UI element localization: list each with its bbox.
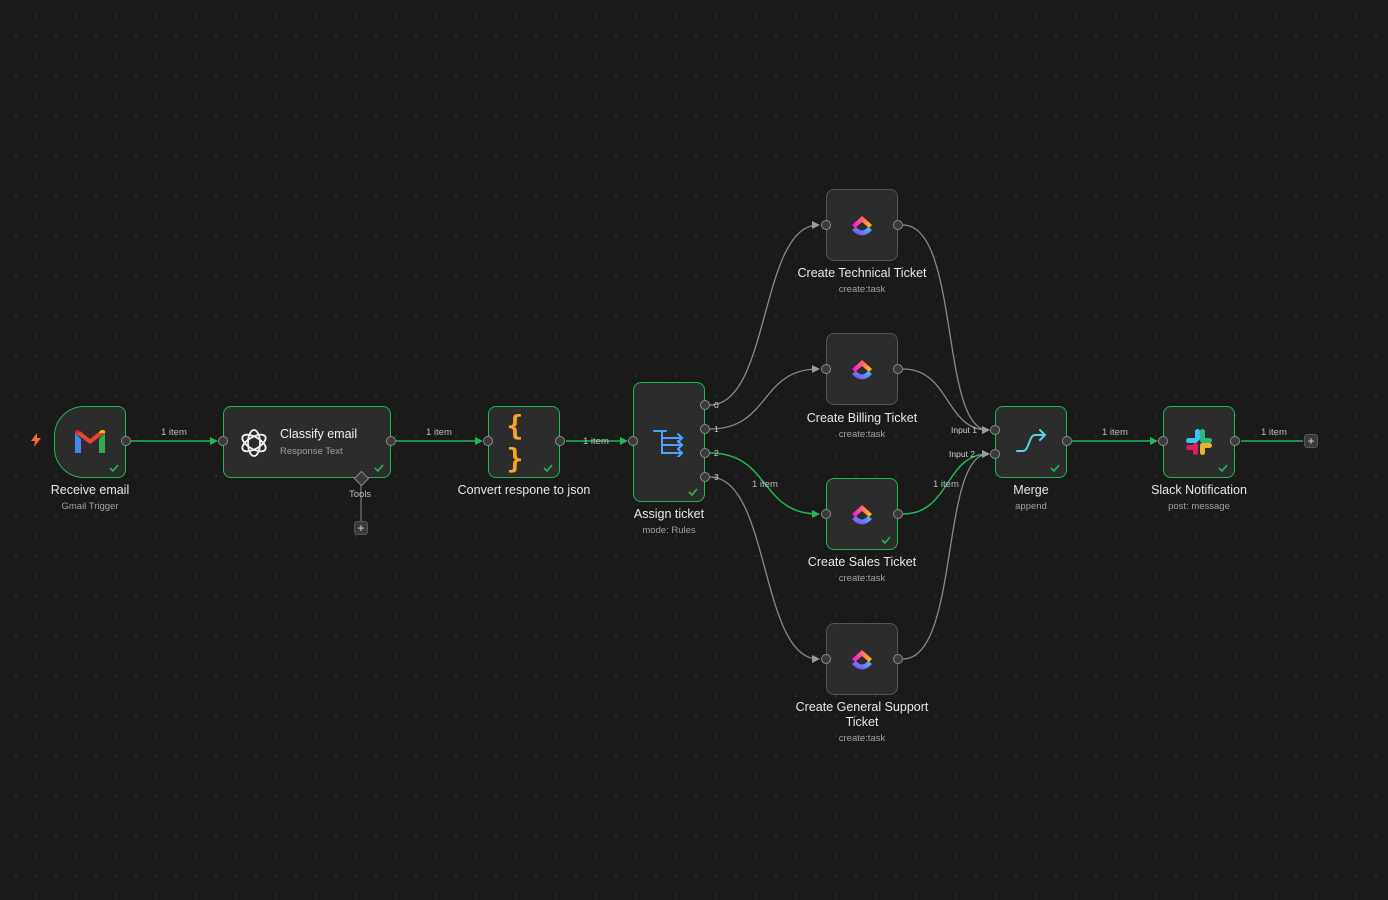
slack-icon — [1186, 429, 1212, 455]
input-1-label: Input 1 — [951, 425, 977, 435]
success-check-icon — [374, 464, 384, 473]
tools-label: Tools — [349, 489, 372, 500]
node-receive-email-sub: Gmail Trigger — [61, 501, 119, 512]
node-classify-email-label: Classify email — [280, 427, 358, 441]
switch-router-icon — [653, 430, 684, 457]
node-create-sales-ticket-sub: create:task — [838, 573, 886, 584]
input-port[interactable] — [1158, 436, 1168, 446]
success-check-icon — [543, 464, 553, 473]
output-port-2[interactable] — [700, 448, 710, 458]
node-receive-email-label: Receive email — [50, 483, 130, 497]
output-port[interactable] — [1062, 436, 1072, 446]
clickup-icon — [852, 505, 872, 525]
input-port[interactable] — [628, 436, 638, 446]
node-slack-notification-sub: post: message — [1168, 501, 1230, 512]
clickup-icon — [852, 216, 872, 236]
node-create-sales-ticket-label: Create Sales Ticket — [807, 555, 917, 569]
node-create-billing-ticket[interactable] — [826, 333, 898, 405]
output-number: 1 — [714, 424, 719, 434]
node-create-general-support-ticket-sub: create:task — [838, 733, 886, 744]
node-classify-email[interactable]: Classify email Response Text — [223, 406, 391, 478]
node-create-billing-ticket-label: Create Billing Ticket — [806, 411, 918, 425]
wire-label: 1 item — [426, 427, 452, 438]
output-port-0[interactable] — [700, 400, 710, 410]
input-port[interactable] — [821, 364, 831, 374]
add-node-button[interactable]: + — [1304, 434, 1318, 448]
wire-label: 1 item — [161, 427, 187, 438]
merge-icon — [1016, 429, 1047, 452]
success-check-icon — [1050, 464, 1060, 473]
input-port-2[interactable] — [990, 449, 1000, 459]
input-port[interactable] — [821, 509, 831, 519]
clickup-icon — [852, 650, 872, 670]
node-create-billing-ticket-sub: create:task — [838, 429, 886, 440]
node-slack-notification-label: Slack Notification — [1151, 483, 1247, 497]
input-port[interactable] — [821, 220, 831, 230]
node-create-sales-ticket[interactable] — [826, 478, 898, 550]
output-port[interactable] — [555, 436, 565, 446]
input-port[interactable] — [483, 436, 493, 446]
clickup-icon — [852, 360, 872, 380]
wire-label: 1 item — [1261, 427, 1287, 438]
output-port[interactable] — [893, 364, 903, 374]
output-number: 3 — [714, 472, 719, 482]
node-assign-ticket-label: Assign ticket — [633, 507, 705, 521]
node-convert-json-label: Convert respone to json — [457, 483, 591, 497]
node-merge-sub: append — [1015, 501, 1047, 512]
output-port[interactable] — [893, 220, 903, 230]
add-tool-button[interactable]: + — [354, 521, 368, 535]
success-check-icon — [688, 488, 698, 497]
node-create-technical-ticket[interactable] — [826, 189, 898, 261]
output-number: 2 — [714, 448, 719, 458]
openai-icon — [241, 429, 267, 457]
success-check-icon — [881, 536, 891, 545]
wire-label: 1 item — [1102, 427, 1128, 438]
node-create-technical-ticket-label: Create Technical Ticket — [797, 266, 927, 280]
node-create-general-support-ticket[interactable] — [826, 623, 898, 695]
wire-label: 1 item — [583, 436, 609, 447]
wire-label: 1 item — [752, 479, 778, 490]
node-create-general-support-ticket-label: Create General Support Ticket — [795, 700, 929, 729]
wire-assign-technical — [709, 221, 820, 406]
node-slack-notification[interactable] — [1163, 406, 1235, 478]
gmail-icon — [75, 430, 105, 453]
output-port-3[interactable] — [700, 472, 710, 482]
input-port[interactable] — [821, 654, 831, 664]
node-create-technical-ticket-sub: create:task — [838, 284, 886, 295]
node-merge[interactable] — [995, 406, 1067, 478]
output-port[interactable] — [893, 509, 903, 519]
output-port[interactable] — [121, 436, 131, 446]
wire-technical-merge — [902, 224, 990, 434]
node-assign-ticket[interactable] — [633, 382, 705, 502]
success-check-icon — [1218, 464, 1228, 473]
workflow-canvas[interactable]: Receive email Gmail Trigger 1 item Class… — [0, 0, 1388, 900]
node-merge-label: Merge — [1013, 483, 1049, 497]
input-port[interactable] — [218, 436, 228, 446]
input-2-label: Input 2 — [949, 449, 975, 459]
node-convert-json[interactable]: { } — [488, 406, 560, 478]
output-number: 0 — [714, 400, 719, 410]
node-classify-email-sub: Response Text — [280, 446, 343, 457]
code-braces-icon: { } — [506, 409, 524, 475]
output-port-1[interactable] — [700, 424, 710, 434]
input-port-1[interactable] — [990, 425, 1000, 435]
output-port[interactable] — [386, 436, 396, 446]
node-receive-email[interactable] — [54, 406, 126, 478]
output-port[interactable] — [893, 654, 903, 664]
success-check-icon — [109, 464, 119, 473]
trigger-bolt-icon — [31, 433, 41, 447]
node-assign-ticket-sub: mode: Rules — [642, 525, 696, 536]
output-port[interactable] — [1230, 436, 1240, 446]
